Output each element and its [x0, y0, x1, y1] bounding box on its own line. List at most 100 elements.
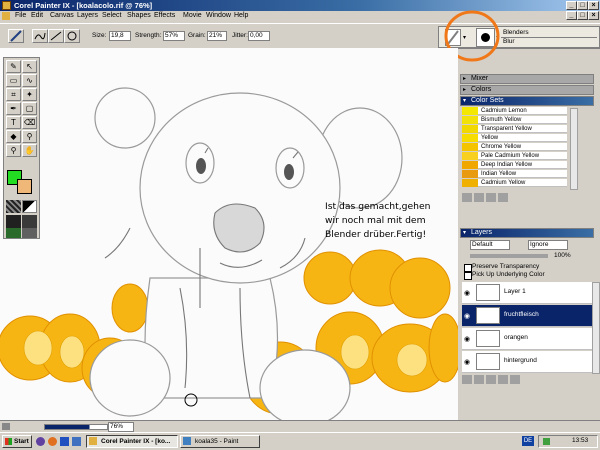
start-button[interactable]: Start: [2, 435, 32, 448]
freehand-stroke-button[interactable]: [32, 29, 48, 43]
crop-icon[interactable]: ⌗: [6, 88, 21, 101]
remove-color-icon[interactable]: [486, 193, 496, 202]
color-set-library-icon[interactable]: [462, 193, 472, 202]
weaving-selector-icon[interactable]: [22, 215, 37, 228]
arrow-tool-icon[interactable]: ↖: [22, 60, 37, 73]
layers-palette-header[interactable]: ▾ Layers: [460, 228, 594, 238]
minimize-button[interactable]: _: [566, 1, 577, 10]
color-set-item[interactable]: Yellow: [462, 134, 567, 142]
menu-effects[interactable]: Effects: [154, 11, 175, 21]
paint-bucket-icon[interactable]: ◆: [6, 130, 21, 143]
preserve-transparency-checkbox[interactable]: [464, 264, 472, 272]
dropper-icon[interactable]: ⚲: [22, 130, 37, 143]
layers-scrollbar[interactable]: [592, 282, 600, 374]
text-tool-icon[interactable]: T: [6, 116, 21, 129]
grain-field[interactable]: 21%: [207, 31, 227, 41]
pen-icon[interactable]: ✒: [6, 102, 21, 115]
doc-close-button[interactable]: ×: [588, 11, 599, 20]
shape-icon[interactable]: ▢: [22, 102, 37, 115]
layer-mask-icon[interactable]: [486, 375, 496, 384]
desktop-icon[interactable]: [72, 437, 81, 446]
paper-selector-icon[interactable]: [6, 200, 21, 213]
opacity-slider[interactable]: [470, 254, 548, 258]
zoom-slider[interactable]: [44, 424, 108, 430]
magic-wand-icon[interactable]: ✦: [22, 88, 37, 101]
brush-category-name[interactable]: Blenders: [503, 29, 529, 36]
secondary-color-swatch[interactable]: [17, 179, 32, 194]
doc-minimize-button[interactable]: _: [566, 11, 577, 20]
pick-up-color-checkbox[interactable]: [464, 272, 472, 280]
brush-tool-icon[interactable]: ✎: [6, 60, 21, 73]
delete-layer-icon[interactable]: [510, 375, 520, 384]
menu-window[interactable]: Window: [206, 11, 231, 21]
strength-field[interactable]: 57%: [163, 31, 185, 41]
magnifier-icon[interactable]: ⚲: [6, 144, 21, 157]
color-set-item[interactable]: Bismuth Yellow: [462, 116, 567, 124]
visibility-eye-icon[interactable]: ◉: [464, 335, 470, 343]
close-button[interactable]: ×: [588, 1, 599, 10]
pattern-selector-icon[interactable]: [6, 215, 21, 228]
task-paint[interactable]: koala35 - Paint: [180, 435, 260, 448]
menu-movie[interactable]: Movie: [183, 11, 202, 21]
visibility-eye-icon[interactable]: ◉: [464, 312, 470, 320]
color-sets-palette-header[interactable]: ▾ Color Sets: [460, 96, 594, 106]
navigator-icon[interactable]: [2, 423, 10, 430]
size-field[interactable]: 19,8: [109, 31, 131, 41]
new-layer-icon[interactable]: [498, 375, 508, 384]
eraser-icon[interactable]: ⌫: [22, 116, 37, 129]
layer-row[interactable]: ◉ hintergrund: [462, 351, 592, 373]
find-color-icon[interactable]: [498, 193, 508, 202]
menu-shapes[interactable]: Shapes: [127, 11, 151, 21]
color-set-item[interactable]: Cadmium Lemon: [462, 107, 567, 115]
document-icon[interactable]: [2, 12, 10, 20]
task-painter[interactable]: Corel Painter IX - [ko...: [86, 435, 178, 448]
color-set-item[interactable]: Cadmium Yellow: [462, 179, 567, 187]
zoom-field[interactable]: 76%: [108, 422, 134, 432]
tray-icon[interactable]: [543, 438, 550, 445]
color-set-item[interactable]: Deep Indian Yellow: [462, 161, 567, 169]
dynamic-plugins-icon[interactable]: [474, 375, 484, 384]
quicklaunch-icon-1[interactable]: [36, 437, 45, 446]
annotation-line-3: Blender drüber.Fertig!: [325, 229, 427, 240]
menu-canvas[interactable]: Canvas: [50, 11, 74, 21]
layer-commands-icon[interactable]: [462, 375, 472, 384]
mixer-palette-header[interactable]: ▸ Mixer: [460, 74, 594, 84]
straight-line-stroke-button[interactable]: [48, 29, 64, 43]
gradient-selector-icon[interactable]: [22, 200, 37, 213]
ie-icon[interactable]: [60, 437, 69, 446]
composite-depth-select[interactable]: Ignore: [528, 240, 568, 250]
look-selector-icon[interactable]: [22, 228, 37, 238]
menu-file[interactable]: File: [15, 11, 26, 21]
visibility-eye-icon[interactable]: ◉: [464, 358, 470, 366]
brush-tool-icon[interactable]: [8, 29, 24, 43]
add-color-icon[interactable]: [474, 193, 484, 202]
lasso-icon[interactable]: ∿: [22, 74, 37, 87]
tutorial-annotation: Ist das gemacht,gehen wir noch mal mit d…: [325, 200, 455, 242]
menu-help[interactable]: Help: [234, 11, 248, 21]
layer-thumbnail: [476, 330, 500, 347]
color-set-item[interactable]: Transparent Yellow: [462, 125, 567, 133]
color-set-scrollbar[interactable]: [570, 108, 578, 190]
reset-tool-button[interactable]: [64, 29, 80, 43]
rectangle-select-icon[interactable]: ▭: [6, 74, 21, 87]
layer-row[interactable]: ◉ fruchtfleisch: [462, 305, 592, 327]
doc-restore-button[interactable]: □: [577, 11, 588, 20]
maximize-button[interactable]: □: [577, 1, 588, 10]
language-indicator[interactable]: DE: [522, 436, 534, 446]
menu-edit[interactable]: Edit: [31, 11, 43, 21]
firefox-icon[interactable]: [48, 437, 57, 446]
nozzle-selector-icon[interactable]: [6, 228, 21, 238]
menu-select[interactable]: Select: [102, 11, 121, 21]
layer-row[interactable]: ◉ orangen: [462, 328, 592, 350]
visibility-eye-icon[interactable]: ◉: [464, 289, 470, 297]
color-set-item[interactable]: Chrome Yellow: [462, 143, 567, 151]
layer-row[interactable]: ◉ Layer 1: [462, 282, 592, 304]
hand-icon[interactable]: ✋: [22, 144, 37, 157]
colors-palette-header[interactable]: ▸ Colors: [460, 85, 594, 95]
composite-method-select[interactable]: Default: [470, 240, 510, 250]
menu-layers[interactable]: Layers: [77, 11, 98, 21]
jitter-field[interactable]: 0,00: [248, 31, 270, 41]
color-set-item[interactable]: Pale Cadmium Yellow: [462, 152, 567, 160]
color-set-item[interactable]: Indian Yellow: [462, 170, 567, 178]
brush-variant-name[interactable]: Blur: [503, 38, 515, 45]
